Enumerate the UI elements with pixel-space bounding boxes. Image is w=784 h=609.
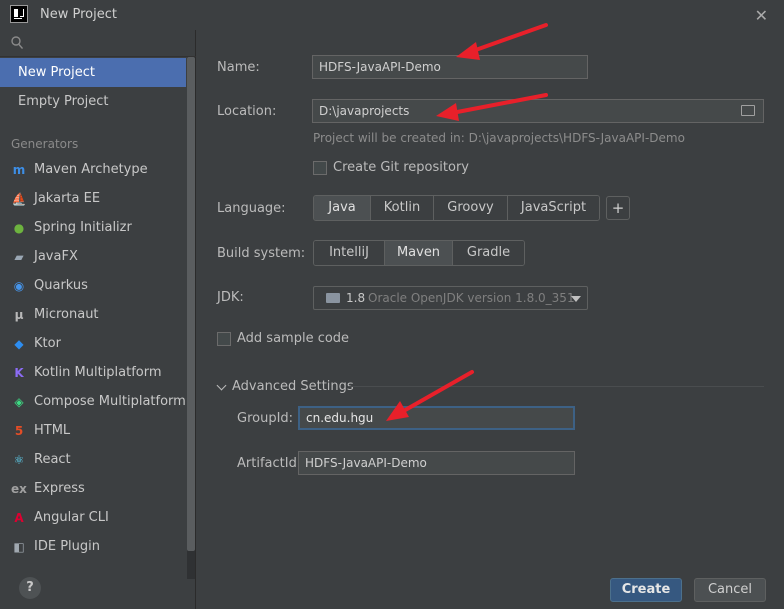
browse-folder-icon[interactable] <box>741 105 755 116</box>
sidebar-item-label: Empty Project <box>18 94 109 109</box>
sidebar-item-label: Express <box>34 481 85 496</box>
language-option-groovy[interactable]: Groovy <box>434 196 508 220</box>
advanced-settings-toggle[interactable]: Advanced Settings <box>232 379 354 394</box>
sidebar-item-label: Compose Multiplatform <box>34 394 186 409</box>
sidebar-item-spring-initializr[interactable]: ● Spring Initializr <box>0 213 186 242</box>
sidebar-item-label: Spring Initializr <box>34 220 132 235</box>
sidebar-item-label: JavaFX <box>34 249 78 264</box>
chevron-down-icon[interactable] <box>216 380 227 391</box>
advanced-settings-divider <box>349 386 764 387</box>
sidebar-item-quarkus[interactable]: ◉ Quarkus <box>0 271 186 300</box>
sidebar-item-angular-cli[interactable]: A Angular CLI <box>0 503 186 532</box>
new-project-form: Name: HDFS-JavaAPI-Demo Location: D:\jav… <box>196 30 784 609</box>
help-button[interactable]: ? <box>19 577 41 599</box>
sidebar-item-empty-project[interactable]: Empty Project <box>0 87 186 116</box>
sidebar-item-label: Micronaut <box>34 307 99 322</box>
location-field[interactable]: D:\javaprojects <box>312 99 764 123</box>
generators-group-label: Generators <box>11 137 79 151</box>
html5-icon: 5 <box>14 424 24 438</box>
sidebar-item-label: Kotlin Multiplatform <box>34 365 162 380</box>
location-value: D:\javaprojects <box>319 104 410 118</box>
add-sample-code-checkbox[interactable] <box>217 332 231 346</box>
sidebar-item-react[interactable]: ⚛ React <box>0 445 186 474</box>
javafx-icon: ▰ <box>14 250 24 264</box>
add-language-button[interactable]: + <box>606 196 630 220</box>
quarkus-icon: ◉ <box>13 279 25 293</box>
plugin-icon: ◧ <box>13 540 25 554</box>
express-icon: ex <box>11 482 27 496</box>
language-option-javascript[interactable]: JavaScript <box>508 196 599 220</box>
sidebar-item-compose-multiplatform[interactable]: ◈ Compose Multiplatform <box>0 387 186 416</box>
search-icon <box>11 36 23 49</box>
artifactid-label: ArtifactId: <box>237 456 302 471</box>
title-bar: New Project ✕ <box>0 0 784 30</box>
groupid-field[interactable]: cn.edu.hgu <box>298 406 575 430</box>
sidebar-item-new-project[interactable]: New Project <box>0 58 186 87</box>
language-label: Language: <box>217 201 286 216</box>
location-label: Location: <box>217 104 277 119</box>
add-sample-code-label: Add sample code <box>237 331 350 346</box>
micronaut-icon: μ <box>14 308 24 322</box>
jakarta-icon: ⛵ <box>11 192 27 206</box>
sidebar-item-kotlin-multiplatform[interactable]: K Kotlin Multiplatform <box>0 358 186 387</box>
jdk-version: 1.8 <box>346 291 366 305</box>
sidebar-item-jakarta-ee[interactable]: ⛵ Jakarta EE <box>0 184 186 213</box>
groupid-label: GroupId: <box>237 411 294 426</box>
scrollbar-thumb[interactable] <box>187 57 195 551</box>
sidebar-item-label: HTML <box>34 423 71 438</box>
language-option-kotlin[interactable]: Kotlin <box>371 196 434 220</box>
compose-icon: ◈ <box>14 395 24 409</box>
name-label: Name: <box>217 60 260 75</box>
artifactid-field[interactable]: HDFS-JavaAPI-Demo <box>298 451 575 475</box>
location-hint: Project will be created in: D:\javaproje… <box>313 131 685 145</box>
sidebar-item-label: Jakarta EE <box>34 191 101 206</box>
sidebar: New Project Empty Project Generators m Ma… <box>0 30 196 609</box>
angular-icon: A <box>14 511 24 525</box>
sidebar-item-label: Angular CLI <box>34 510 109 525</box>
jdk-label: JDK: <box>217 290 244 305</box>
sidebar-item-label: IDE Plugin <box>34 539 100 554</box>
create-git-label: Create Git repository <box>333 160 469 175</box>
build-system-label: Build system: <box>217 246 306 261</box>
build-option-maven[interactable]: Maven <box>385 241 453 265</box>
react-icon: ⚛ <box>13 453 25 467</box>
sidebar-item-maven-archetype[interactable]: m Maven Archetype <box>0 155 186 184</box>
sidebar-item-javafx[interactable]: ▰ JavaFX <box>0 242 186 271</box>
window-title: New Project <box>40 7 117 22</box>
build-option-intellij[interactable]: IntelliJ <box>314 241 385 265</box>
maven-icon: m <box>12 163 26 177</box>
spring-icon: ● <box>13 221 25 235</box>
name-field[interactable]: HDFS-JavaAPI-Demo <box>312 55 588 79</box>
close-icon[interactable]: ✕ <box>755 6 768 25</box>
sidebar-item-label: React <box>34 452 71 467</box>
sidebar-item-express[interactable]: ex Express <box>0 474 186 503</box>
build-system-selector: IntelliJ Maven Gradle <box>313 240 525 266</box>
chevron-down-icon <box>571 296 581 302</box>
jdk-dropdown[interactable]: 1.8 Oracle OpenJDK version 1.8.0_351 <box>313 286 588 310</box>
language-option-java[interactable]: Java <box>314 196 371 220</box>
sidebar-search[interactable] <box>0 30 196 57</box>
sidebar-item-label: Quarkus <box>34 278 88 293</box>
language-selector: Java Kotlin Groovy JavaScript <box>313 195 600 221</box>
cancel-button[interactable]: Cancel <box>694 578 766 602</box>
create-git-checkbox[interactable] <box>313 161 327 175</box>
create-button[interactable]: Create <box>610 578 682 602</box>
build-option-gradle[interactable]: Gradle <box>453 241 524 265</box>
jdk-folder-icon <box>326 293 340 303</box>
sidebar-item-label: Ktor <box>34 336 61 351</box>
jdk-description: Oracle OpenJDK version 1.8.0_351 <box>368 291 575 305</box>
kotlin-icon: K <box>14 366 24 380</box>
intellij-app-icon <box>10 5 28 23</box>
sidebar-item-ktor[interactable]: ◆ Ktor <box>0 329 186 358</box>
sidebar-item-label: New Project <box>18 65 95 80</box>
sidebar-item-ide-plugin[interactable]: ◧ IDE Plugin <box>0 532 186 561</box>
sidebar-item-html[interactable]: 5 HTML <box>0 416 186 445</box>
sidebar-item-label: Maven Archetype <box>34 162 148 177</box>
ktor-icon: ◆ <box>14 337 24 351</box>
sidebar-scrollbar[interactable] <box>187 57 195 579</box>
sidebar-item-micronaut[interactable]: μ Micronaut <box>0 300 186 329</box>
